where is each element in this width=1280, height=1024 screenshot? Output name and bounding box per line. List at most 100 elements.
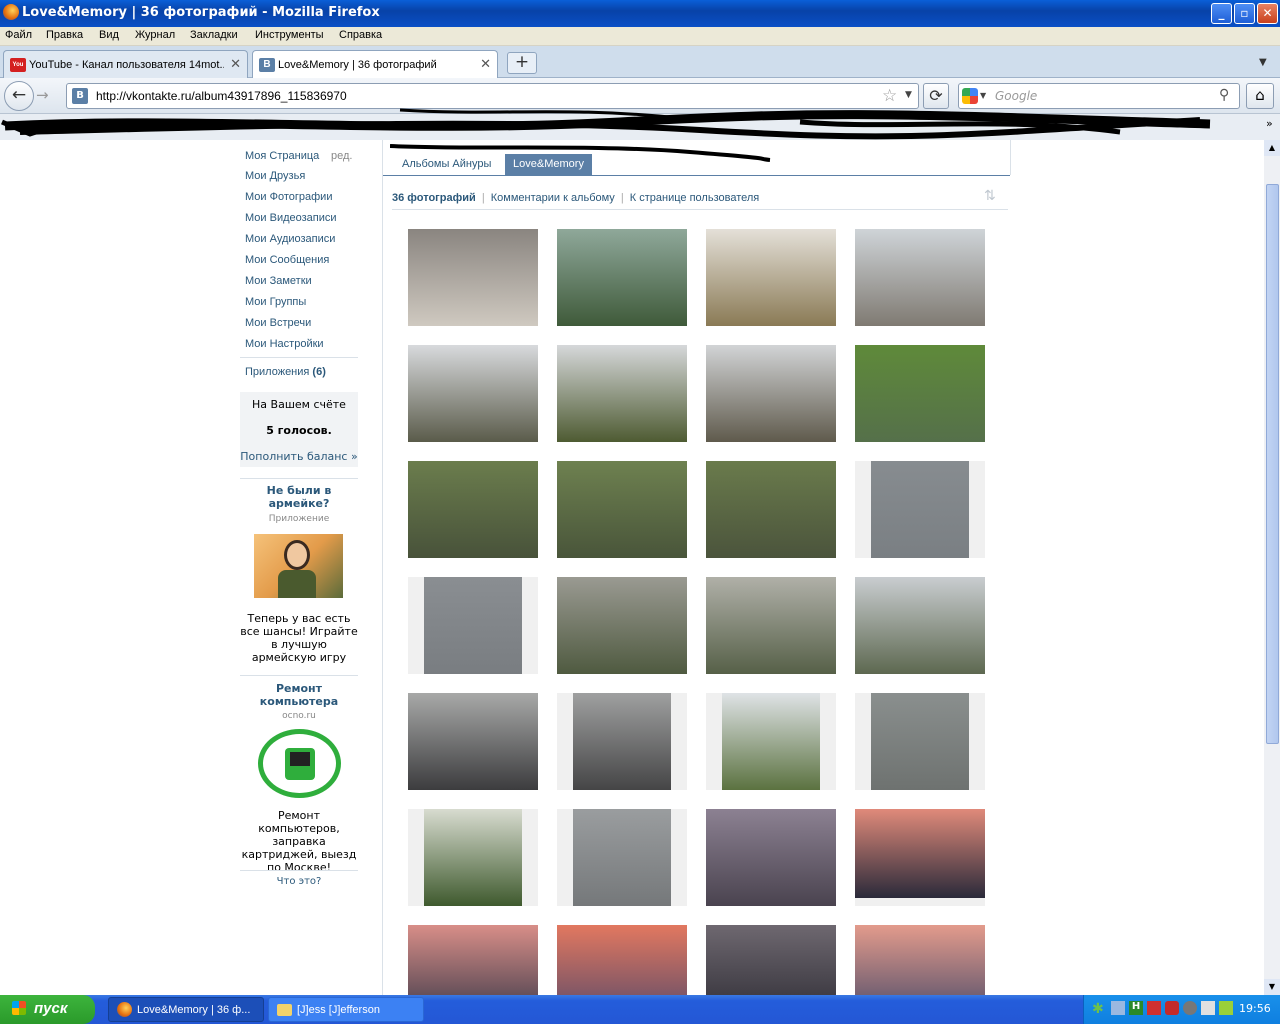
divider: [382, 140, 383, 995]
menu-edit[interactable]: Правка: [46, 29, 83, 41]
photo-thumbnail-sunset-1[interactable]: [855, 809, 985, 906]
menu-tools[interactable]: Инструменты: [255, 29, 324, 41]
photo-thumbnail-trees-city[interactable]: [706, 693, 836, 790]
sidebar-item-messages[interactable]: Мои Сообщения: [245, 254, 329, 266]
photo-thumbnail-church-trees[interactable]: [408, 345, 538, 442]
photo-thumbnail-city-view[interactable]: [855, 577, 985, 674]
photo-thumbnail-sunset-5[interactable]: [855, 925, 985, 995]
photo-thumbnail-sunset-4[interactable]: [706, 925, 836, 995]
album-header: 36 фотографий | Комментарии к альбому | …: [392, 192, 760, 204]
tabs-underline: [383, 175, 1010, 176]
antivirus-icon[interactable]: [1165, 1001, 1179, 1015]
photo-thumbnail-city-wires[interactable]: [706, 577, 836, 674]
menu-bookmarks[interactable]: Закладки: [190, 29, 238, 41]
photo-image: [871, 693, 969, 790]
what-is-this-link[interactable]: Что это?: [240, 876, 358, 887]
tab-youtube[interactable]: You YouTube - Канал пользователя 14mot..…: [3, 50, 248, 78]
tray-icon[interactable]: [1219, 1001, 1233, 1015]
photo-thumbnail-monastery-wall[interactable]: [557, 345, 687, 442]
photo-thumbnail-frog-2[interactable]: [557, 461, 687, 558]
balance-box: На Вашем счёте 5 голосов. Пополнить бала…: [240, 392, 358, 467]
sidebar-item-friends[interactable]: Мои Друзья: [245, 170, 305, 182]
photo-thumbnail-storm-field[interactable]: [557, 577, 687, 674]
sidebar-item-apps[interactable]: Приложения (6): [245, 366, 326, 378]
task-folder[interactable]: [J]ess [J]efferson: [268, 997, 424, 1022]
tab-current-album[interactable]: Love&Memory: [505, 154, 592, 175]
tray-icon[interactable]: ✱: [1092, 1001, 1104, 1017]
photo-thumbnail-church-dome[interactable]: [706, 345, 836, 442]
ad1-text[interactable]: Теперь у вас есть все шансы! Играйте в л…: [240, 612, 358, 664]
album-comments-link[interactable]: Комментарии к альбому: [491, 192, 615, 204]
edit-link[interactable]: ред.: [331, 150, 352, 162]
chevron-icon[interactable]: »: [1266, 117, 1273, 130]
sidebar-item-notes[interactable]: Мои Заметки: [245, 275, 312, 287]
sidebar-item-events[interactable]: Мои Встречи: [245, 317, 311, 329]
sort-icon[interactable]: ⇅: [984, 188, 996, 204]
scrollbar-thumb[interactable]: [1266, 184, 1279, 744]
ad2-title[interactable]: Ремонт компьютера: [240, 682, 358, 708]
divider: [392, 209, 1008, 210]
apps-label: Приложения: [245, 366, 310, 378]
photo-thumbnail-pond[interactable]: [557, 229, 687, 326]
menu-view[interactable]: Вид: [99, 29, 119, 41]
scroll-up-icon[interactable]: ▲: [1264, 140, 1280, 156]
ad2-image[interactable]: [258, 729, 341, 798]
balance-value: 5 голосов.: [266, 424, 332, 437]
maximize-button[interactable]: ▫: [1234, 3, 1255, 24]
tab-albums[interactable]: Альбомы Айнуры: [402, 158, 491, 170]
sidebar-item-groups[interactable]: Мои Группы: [245, 296, 306, 308]
menu-file[interactable]: Файл: [5, 29, 32, 41]
scroll-down-icon[interactable]: ▼: [1264, 979, 1280, 995]
divider: [1010, 140, 1011, 175]
firefox-icon: [3, 4, 19, 20]
network-icon[interactable]: [1111, 1001, 1125, 1015]
close-button[interactable]: ✕: [1257, 3, 1278, 24]
menu-history[interactable]: Журнал: [135, 29, 175, 41]
tray-app-icon[interactable]: H: [1129, 1001, 1143, 1015]
user-page-link[interactable]: К странице пользователя: [630, 192, 759, 204]
photo-thumbnail-cat[interactable]: [408, 229, 538, 326]
volume-icon[interactable]: [1201, 1001, 1215, 1015]
tab-list-icon[interactable]: ▼: [1259, 57, 1267, 68]
new-tab-button[interactable]: +: [507, 52, 537, 74]
photo-thumbnail-sunset-3[interactable]: [557, 925, 687, 995]
photo-thumbnail-purple-cloud[interactable]: [706, 809, 836, 906]
sidebar-item-audio[interactable]: Мои Аудиозаписи: [245, 233, 335, 245]
photo-thumbnail-clouds-light[interactable]: [408, 693, 538, 790]
photo-thumbnail-pigeon[interactable]: [855, 693, 985, 790]
photo-thumbnail-field[interactable]: [706, 229, 836, 326]
ad2-text[interactable]: Ремонт компьютеров, заправка картриджей,…: [240, 809, 358, 874]
tab-close-icon[interactable]: ✕: [230, 56, 241, 72]
minimize-button[interactable]: _: [1211, 3, 1232, 24]
ad2-subtitle: ocno.ru: [282, 711, 316, 721]
start-label: пуск: [34, 1000, 68, 1017]
sidebar-item-settings[interactable]: Мои Настройки: [245, 338, 324, 350]
photo-thumbnail-park-bench[interactable]: [408, 809, 538, 906]
top-up-link[interactable]: Пополнить баланс »: [240, 450, 358, 463]
photo-thumbnail-monastery[interactable]: [855, 229, 985, 326]
photo-thumbnail-clouds-light-2[interactable]: [557, 693, 687, 790]
task-firefox[interactable]: Love&Memory | 36 ф...: [108, 997, 264, 1022]
photo-thumbnail-pigeon-fence[interactable]: [557, 809, 687, 906]
photo-thumbnail-rainbow-2[interactable]: [408, 577, 538, 674]
tab-vk[interactable]: B Love&Memory | 36 фотографий ✕: [252, 50, 498, 79]
photo-thumbnail-sunset-2[interactable]: [408, 925, 538, 995]
my-page-link[interactable]: Моя Страница: [245, 150, 319, 162]
divider: [240, 357, 358, 358]
menu-help[interactable]: Справка: [339, 29, 382, 41]
photo-thumbnail-frog-1[interactable]: [408, 461, 538, 558]
sidebar-item-photos[interactable]: Мои Фотографии: [245, 191, 332, 203]
tray-icon[interactable]: [1147, 1001, 1161, 1015]
menu-bar: Файл Правка Вид Журнал Закладки Инструме…: [0, 27, 1280, 46]
photo-thumbnail-frog-3[interactable]: [706, 461, 836, 558]
ad1-image[interactable]: [254, 534, 343, 598]
tab-close-icon[interactable]: ✕: [480, 56, 491, 72]
ad1-title[interactable]: Не были в армейке?: [240, 484, 358, 510]
start-button[interactable]: пуск: [0, 995, 95, 1024]
photo-thumbnail-rainbow-1[interactable]: [855, 461, 985, 558]
ad1-subtitle: Приложение: [268, 514, 330, 524]
sidebar-item-videos[interactable]: Мои Видеозаписи: [245, 212, 337, 224]
firefox-icon: [117, 1002, 132, 1017]
tray-icon[interactable]: [1183, 1001, 1197, 1015]
photo-thumbnail-river-grass[interactable]: [855, 345, 985, 442]
